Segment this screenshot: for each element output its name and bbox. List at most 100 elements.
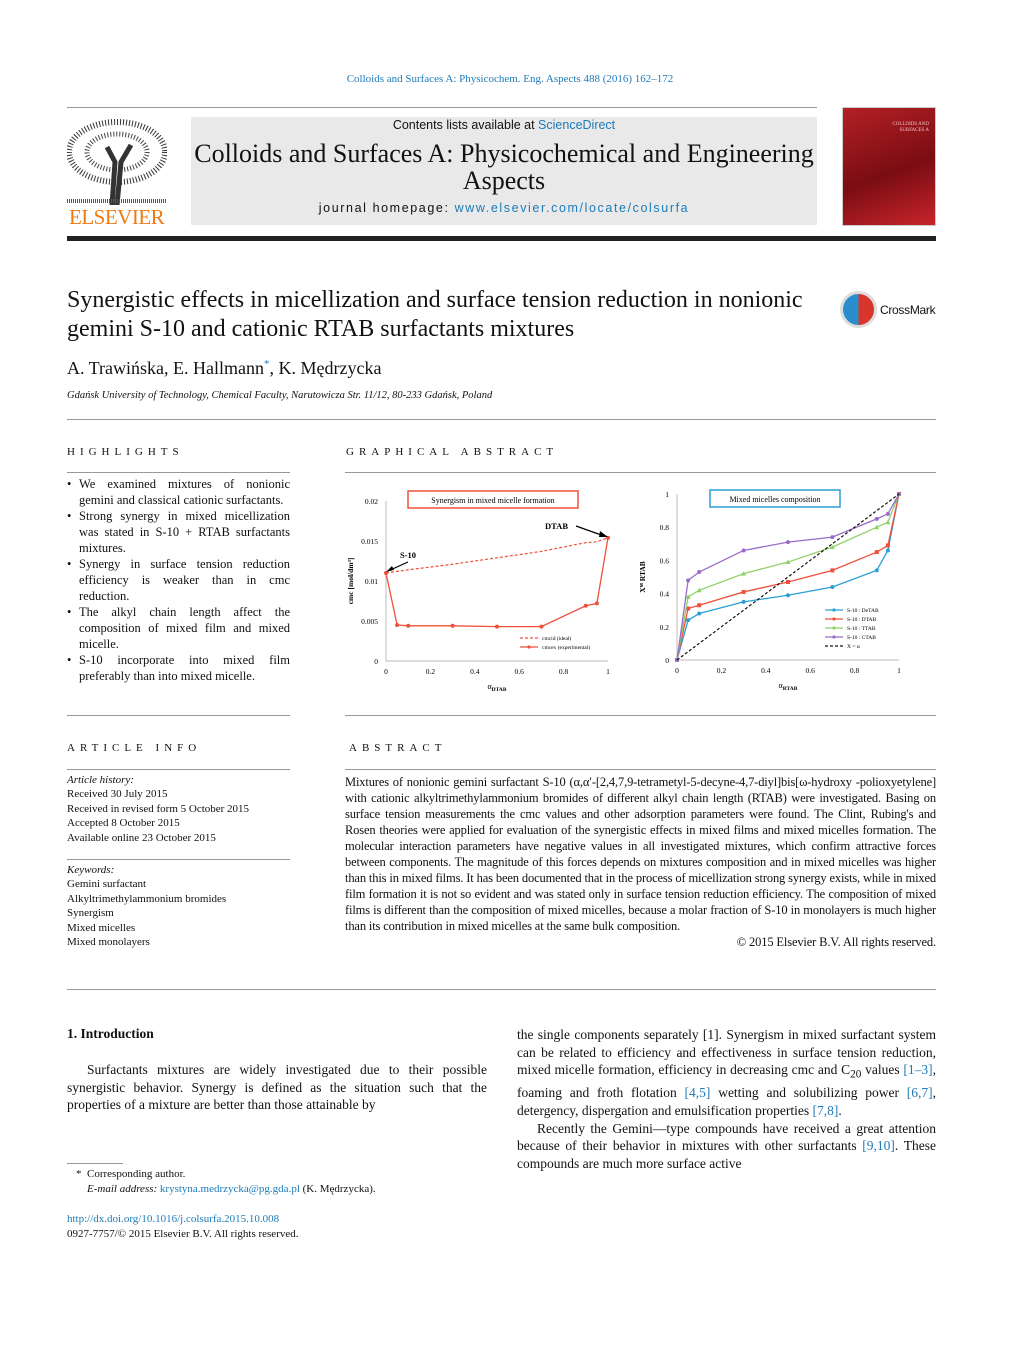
footnote: * Corresponding author. E-mail address: … — [67, 1167, 376, 1196]
footnote-label: Corresponding author. — [87, 1168, 186, 1180]
y-tick-label: 0.8 — [660, 523, 670, 532]
data-point — [450, 623, 455, 628]
x-tick-label: 0.2 — [426, 667, 436, 676]
journal-title: Colloids and Surfaces A: Physicochemical… — [194, 139, 814, 195]
doi-block: http://dx.doi.org/10.1016/j.colsurfa.201… — [67, 1212, 299, 1241]
divider — [67, 419, 936, 420]
journal-banner: Contents lists available at ScienceDirec… — [191, 117, 817, 225]
y-axis-label: Xᴹ RTAB — [638, 561, 647, 593]
y-tick-label: 0.6 — [660, 556, 670, 565]
journal-cover[interactable]: COLLOIDS AND SURFACES A — [842, 107, 936, 226]
divider — [67, 769, 290, 770]
data-point — [885, 543, 890, 548]
legend-label: X = α — [847, 644, 860, 650]
graphical-abstract-charts: 0 0.2 0.4 0.6 0.8 1 0 0.005 0.01 0.015 0.02 αDTAB cm… — [346, 489, 902, 693]
data-point — [786, 579, 790, 584]
corresponding-author-link[interactable]: * — [264, 358, 270, 370]
data-point — [697, 603, 702, 608]
x-tick-label: 0.2 — [717, 666, 727, 675]
elsevier-logo[interactable]: ELSEVIER — [66, 117, 168, 229]
data-point — [874, 550, 879, 555]
cover-title: COLLOIDS AND SURFACES A — [892, 122, 929, 133]
legend-label: S-10 : CTAB — [847, 635, 876, 641]
data-point — [686, 578, 691, 583]
author: A. Trawińska — [67, 358, 165, 378]
legend-marker — [832, 617, 836, 621]
data-point — [583, 603, 588, 608]
keywords: Keywords: Gemini surfactant Alkyltrimeth… — [67, 863, 290, 949]
y-tick-label: 0.4 — [660, 590, 670, 599]
x-tick-label: 0.4 — [470, 667, 480, 676]
homepage-label: journal homepage: — [318, 201, 455, 215]
highlight-item: Synergy in surface tension reduction eff… — [67, 556, 290, 604]
publisher-name: ELSEVIER — [69, 205, 165, 229]
legend-label: cmcex (experimental) — [542, 644, 590, 651]
divider — [345, 715, 936, 716]
crossmark-button[interactable]: CrossMark — [840, 291, 940, 331]
keyword: Synergism — [67, 907, 114, 920]
history-label: Article history: — [67, 774, 134, 786]
section-heading: 1. Introduction — [67, 1026, 154, 1041]
x-tick-label: 0.6 — [515, 667, 525, 676]
highlights-list: We examined mixtures of nonionic gemini … — [67, 476, 290, 684]
data-point — [697, 570, 702, 575]
history-item: Received in revised form 5 October 2015 — [67, 802, 250, 815]
keyword: Mixed monolayers — [67, 936, 150, 949]
citation-link[interactable]: [1–3] — [903, 1062, 932, 1077]
x-tick-label: 0.6 — [806, 666, 816, 675]
data-point — [741, 599, 746, 604]
history-item: Received 30 July 2015 — [67, 788, 168, 801]
author: E. Hallmann — [173, 358, 264, 378]
journal-reference[interactable]: Colloids and Surfaces A: Physicochem. En… — [0, 73, 1020, 85]
data-point — [741, 589, 746, 594]
divider — [67, 107, 817, 108]
footnote-rule — [67, 1163, 123, 1164]
chart-title: Synergism in mixed micelle formation — [431, 496, 554, 505]
citation-link[interactable]: [4,5] — [685, 1085, 711, 1100]
history-item: Accepted 8 October 2015 — [67, 817, 180, 830]
x-axis-label: αDTAB — [487, 682, 506, 693]
divider — [345, 769, 936, 770]
annotation-label: DTAB — [545, 521, 568, 531]
footnote-mark: * — [76, 1168, 82, 1180]
issn: 0927-7757/© 2015 Elsevier B.V. All right… — [67, 1227, 299, 1240]
abstract-text: Mixtures of nonionic gemini surfactant S… — [345, 775, 936, 933]
crossmark-icon — [840, 291, 877, 328]
y-tick-label: 0.02 — [365, 497, 378, 506]
x-tick-label: 0.4 — [761, 666, 771, 675]
chart-title: Mixed micelles composition — [729, 495, 820, 504]
citation-link[interactable]: [7,8] — [813, 1103, 839, 1118]
x-axis-label: αRTAB — [779, 681, 798, 692]
data-point — [885, 548, 890, 553]
email-link[interactable]: krystyna.medrzycka@pg.gda.pl — [160, 1183, 300, 1195]
legend-marker — [832, 626, 836, 630]
data-point — [830, 535, 835, 540]
legend-label: S-10 : DTAB — [847, 617, 877, 623]
y-tick-label: 1 — [665, 490, 669, 499]
citation-link[interactable]: [6,7] — [907, 1085, 933, 1100]
x-tick-label: 0 — [675, 666, 679, 675]
citation-link[interactable]: [9,10] — [862, 1138, 895, 1153]
keyword: Alkyltrimethylammonium bromides — [67, 892, 227, 905]
doi-link[interactable]: http://dx.doi.org/10.1016/j.colsurfa.201… — [67, 1212, 299, 1227]
intro-paragraph: Recently the Gemini—type compounds have … — [517, 1120, 936, 1173]
y-tick-label: 0.2 — [660, 623, 670, 632]
data-point — [885, 511, 890, 516]
data-point — [697, 611, 702, 616]
y-tick-label: 0.005 — [361, 617, 378, 626]
keyword: Gemini surfactant — [67, 878, 147, 891]
authors: A. Trawińska, E. Hallmann*, K. Mędrzycka — [67, 358, 382, 378]
sciencedirect-link[interactable]: ScienceDirect — [538, 118, 615, 132]
arrowhead — [386, 566, 394, 572]
data-point — [539, 624, 544, 629]
data-point — [830, 584, 835, 589]
y-tick-label: 0 — [374, 657, 378, 666]
history-item: Available online 23 October 2015 — [67, 831, 216, 844]
homepage-link[interactable]: www.elsevier.com/locate/colsurfa — [455, 201, 690, 215]
keyword: Mixed micelles — [67, 921, 136, 934]
article-info-heading: ARTICLE INFO — [67, 742, 202, 754]
x-tick-label: 0.8 — [850, 666, 860, 675]
x-tick-label: 1 — [897, 666, 901, 675]
text: values — [861, 1062, 904, 1078]
contents-label: Contents lists available at — [392, 118, 539, 132]
